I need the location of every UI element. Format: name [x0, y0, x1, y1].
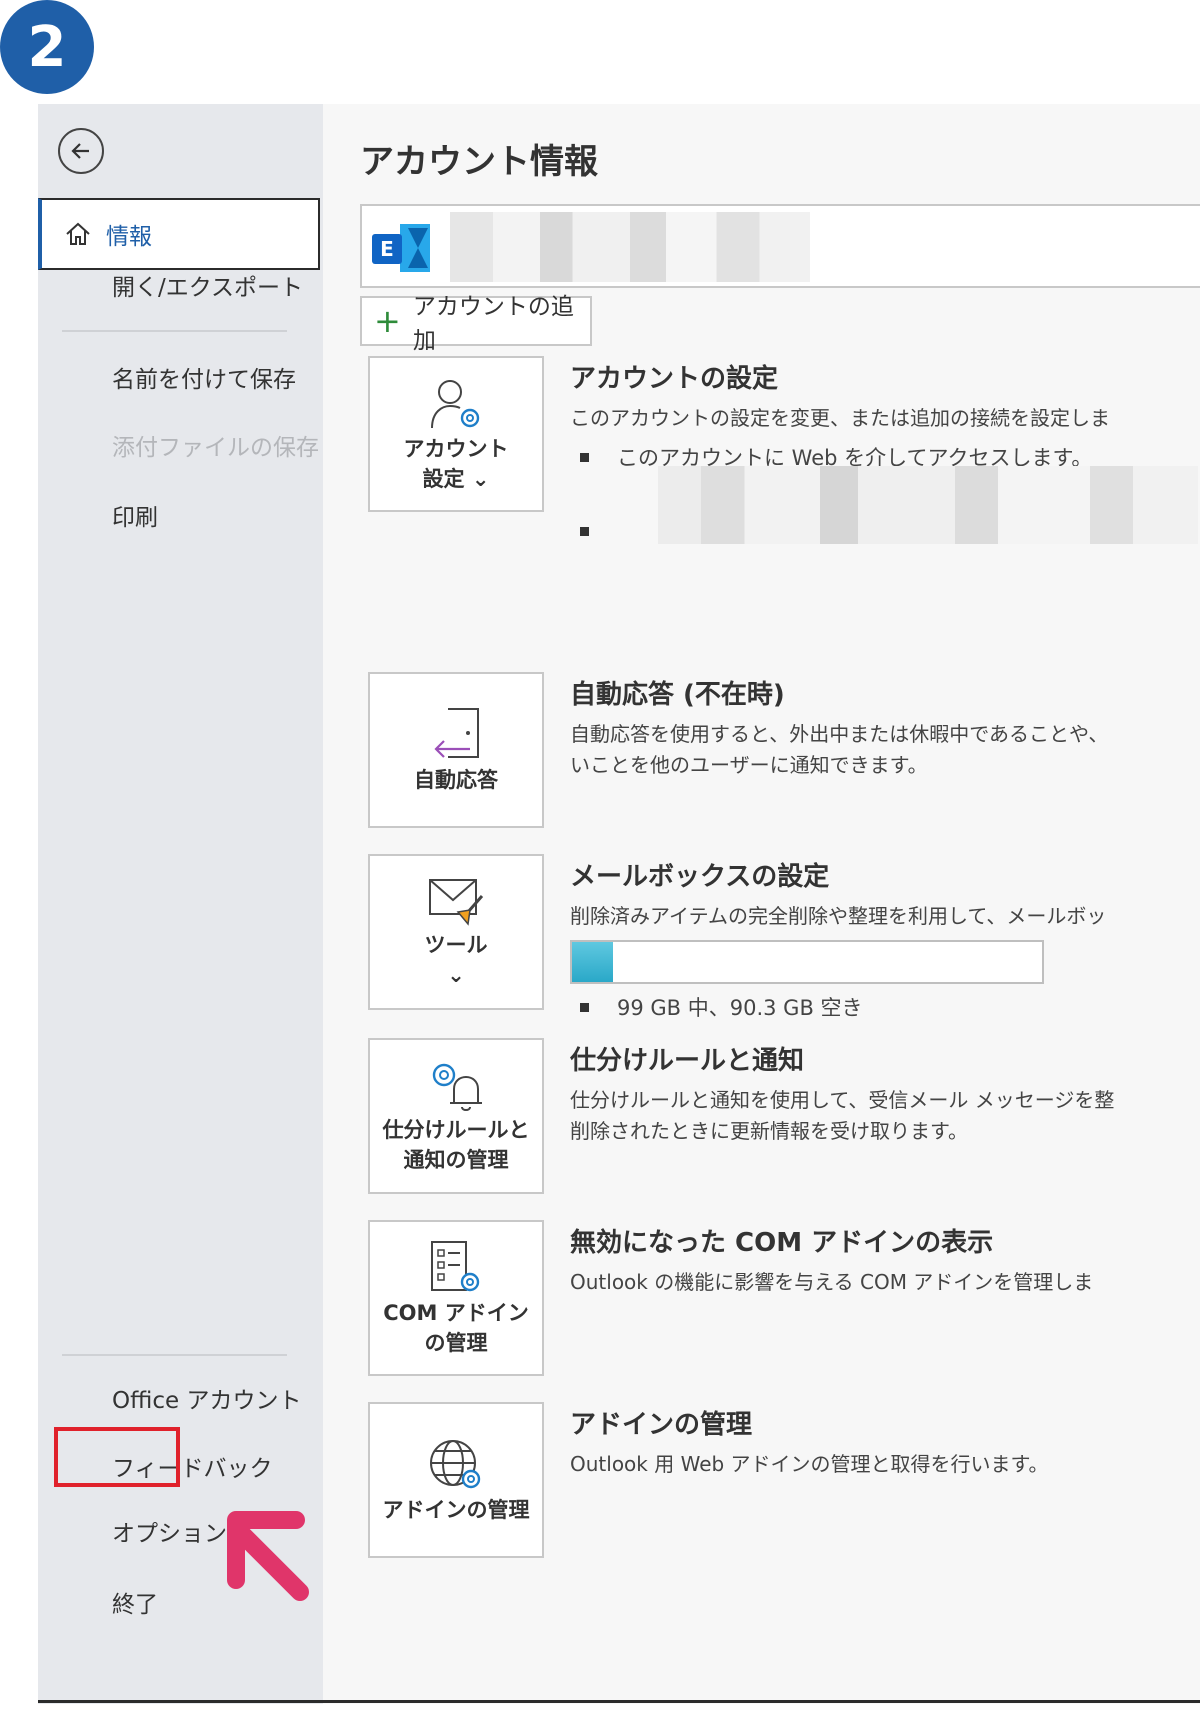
com-addin-list-icon — [431, 1241, 480, 1292]
outlook-backstage-window: 情報 開く/エクスポート 名前を付けて保存 添付ファイルの保存 印刷 Offic… — [38, 104, 1200, 1704]
back-arrow-icon — [71, 143, 89, 159]
redacted-bullet-text — [658, 504, 1198, 544]
options-highlight-box — [54, 1427, 180, 1487]
com-addins-section: 無効になった COM アドインの表示 Outlook の機能に影響を与える CO… — [570, 1222, 1200, 1298]
account-settings-tile[interactable]: アカウント 設定 ⌄ — [368, 356, 544, 512]
account-settings-icon — [431, 380, 480, 429]
mailbox-storage-bar — [570, 940, 1044, 984]
automatic-replies-section: 自動応答 (不在時) 自動応答を使用すると、外出中または休暇中であることや、 い… — [570, 674, 1200, 781]
section-title: アカウントの設定 — [570, 364, 779, 394]
section-title: 仕分けルールと通知 — [570, 1046, 805, 1076]
step-number-badge: 2 — [0, 0, 94, 94]
sidebar-divider — [62, 330, 287, 332]
mailbox-settings-section: メールボックスの設定 削除済みアイテムの完全削除や整理を利用して、メールボッ 9… — [570, 856, 1200, 1022]
tools-tile[interactable]: ツール ⌄ — [368, 854, 544, 1010]
tile-label: COM アドイン の管理 — [383, 1301, 529, 1355]
redacted-account-name — [450, 212, 810, 282]
rules-and-alerts-tile[interactable]: 仕分けルールと 通知の管理 — [368, 1038, 544, 1194]
section-title: 自動応答 (不在時) — [570, 680, 785, 710]
account-selector[interactable]: E — [360, 204, 1200, 288]
add-account-label: アカウントの追加 — [412, 294, 574, 354]
section-title: メールボックスの設定 — [570, 862, 830, 892]
exchange-logo-icon: E — [372, 224, 430, 272]
account-settings-section: アカウントの設定 このアカウントの設定を変更、または追加の接続を設定しま このア… — [570, 358, 1200, 472]
mailbox-cleanup-icon — [429, 879, 484, 926]
section-description: このアカウントの設定を変更、または追加の接続を設定しま — [570, 406, 1110, 430]
section-description: 仕分けルールと通知を使用して、受信メール メッセージを整 削除されたときに更新情… — [570, 1088, 1115, 1143]
page-title: アカウント情報 — [360, 142, 598, 182]
tile-label: ツール ⌄ — [424, 933, 488, 987]
section-title: アドインの管理 — [570, 1410, 753, 1440]
sidebar-item-label: 情報 — [106, 224, 152, 250]
sidebar-item-label: 添付ファイルの保存 — [112, 435, 319, 461]
rules-bell-icon — [432, 1063, 482, 1111]
account-info-pane: アカウント情報 E + アカウントの追加 アカウント 設定 ⌄ アカウントの設定… — [323, 104, 1200, 1704]
sidebar-item-label: 終了 — [112, 1592, 158, 1618]
sidebar-item-label: 開く/エクスポート — [112, 275, 304, 301]
sidebar-divider — [62, 1354, 287, 1356]
tile-label: アカウント 設定 ⌄ — [403, 437, 509, 491]
window-bottom-border — [38, 1700, 1200, 1703]
sidebar-item-save-attachments: 添付ファイルの保存 — [38, 410, 323, 480]
sidebar-item-save-as[interactable]: 名前を付けて保存 — [38, 342, 323, 412]
add-account-button[interactable]: + アカウントの追加 — [360, 294, 592, 354]
section-description: Outlook の機能に影響を与える COM アドインを管理しま — [570, 1270, 1094, 1294]
storage-bullet: 99 GB 中、90.3 GB 空き — [570, 992, 1200, 1022]
redacted-web-access-link — [658, 466, 1198, 506]
tile-label: 仕分けルールと 通知の管理 — [382, 1118, 530, 1172]
plus-icon: + — [374, 302, 401, 340]
sidebar-item-label: 印刷 — [112, 505, 158, 531]
section-description: Outlook 用 Web アドインの管理と取得を行います。 — [570, 1452, 1049, 1476]
sidebar-item-label: 名前を付けて保存 — [112, 367, 296, 393]
home-icon — [66, 222, 90, 245]
redacted-bullet — [570, 520, 617, 544]
automatic-replies-tile[interactable]: 自動応答 — [368, 672, 544, 828]
tile-label: アドインの管理 — [382, 1498, 530, 1522]
section-description: 自動応答を使用すると、外出中または休暇中であることや、 いことを他のユーザーに通… — [570, 722, 1109, 777]
mailbox-storage-fill — [572, 942, 614, 982]
svg-text:E: E — [380, 237, 394, 261]
section-title: 無効になった COM アドインの表示 — [570, 1228, 994, 1258]
door-arrow-icon — [434, 708, 479, 758]
back-button[interactable] — [58, 128, 104, 174]
rules-and-alerts-section: 仕分けルールと通知 仕分けルールと通知を使用して、受信メール メッセージを整 削… — [570, 1040, 1200, 1147]
globe-gear-icon — [430, 1440, 481, 1489]
sidebar-item-print[interactable]: 印刷 — [38, 480, 323, 550]
tile-label: 自動応答 — [414, 768, 498, 792]
section-description: 削除済みアイテムの完全削除や整理を利用して、メールボッ — [570, 904, 1107, 928]
sidebar-item-open-export[interactable]: 開く/エクスポート — [38, 250, 323, 320]
manage-addins-section: アドインの管理 Outlook 用 Web アドインの管理と取得を行います。 — [570, 1404, 1200, 1480]
sidebar-item-office-account[interactable]: Office アカウント — [38, 1363, 323, 1433]
sidebar-item-label: Office アカウント — [112, 1388, 302, 1414]
manage-addins-tile[interactable]: アドインの管理 — [368, 1402, 544, 1558]
pointer-arrow-icon — [227, 1511, 309, 1601]
com-addins-tile[interactable]: COM アドイン の管理 — [368, 1220, 544, 1376]
